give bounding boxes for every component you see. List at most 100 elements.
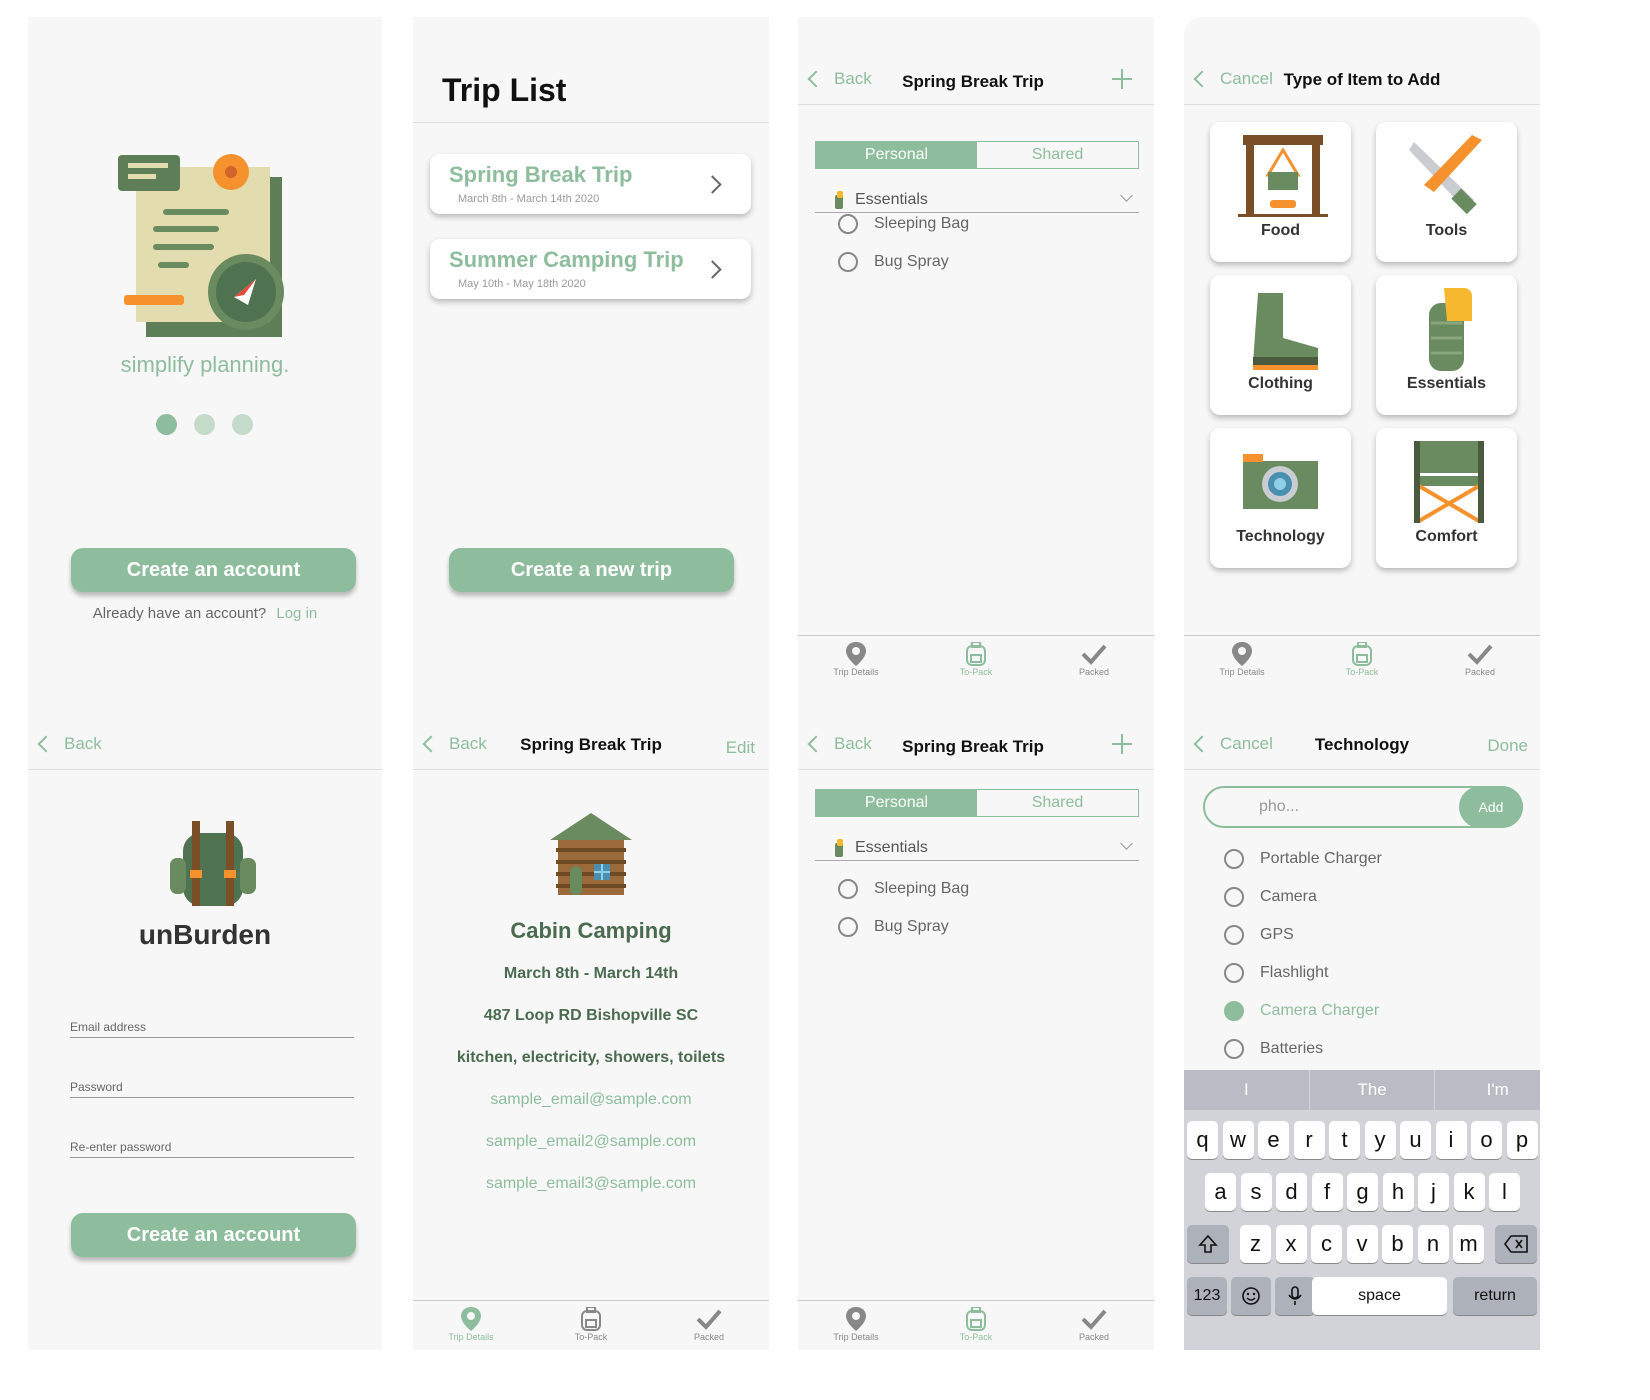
tab-to-pack[interactable]: To-Pack: [1322, 642, 1402, 677]
key-r[interactable]: r: [1293, 1121, 1325, 1159]
member-email[interactable]: sample_email3@sample.com: [413, 1175, 769, 1193]
key-y[interactable]: y: [1364, 1121, 1396, 1159]
reenter-password-field[interactable]: Re-enter password: [70, 1140, 354, 1158]
dot[interactable]: [194, 414, 215, 435]
key-u[interactable]: u: [1400, 1121, 1431, 1159]
key-z[interactable]: z: [1240, 1225, 1271, 1263]
backspace-key[interactable]: [1495, 1225, 1537, 1263]
add-button[interactable]: Add: [1459, 786, 1523, 828]
key-d[interactable]: d: [1276, 1173, 1307, 1211]
checkbox[interactable]: [1224, 1001, 1244, 1021]
space-key[interactable]: space: [1312, 1277, 1447, 1315]
tab-packed[interactable]: Packed: [669, 1307, 749, 1342]
type-tile-tools[interactable]: Tools: [1376, 122, 1517, 262]
dot-active[interactable]: [156, 414, 177, 435]
password-field[interactable]: Password: [70, 1080, 354, 1098]
create-account-button[interactable]: Create an account: [71, 1213, 356, 1257]
key-f[interactable]: f: [1311, 1173, 1343, 1211]
type-tile-food[interactable]: Food: [1210, 122, 1351, 262]
key-q[interactable]: q: [1187, 1121, 1218, 1159]
member-email[interactable]: sample_email@sample.com: [413, 1091, 769, 1109]
suggestion[interactable]: I: [1184, 1070, 1310, 1110]
key-t[interactable]: t: [1329, 1121, 1360, 1159]
key-c[interactable]: c: [1311, 1225, 1342, 1263]
key-w[interactable]: w: [1222, 1121, 1254, 1159]
create-trip-button[interactable]: Create a new trip: [449, 548, 734, 592]
key-k[interactable]: k: [1453, 1173, 1485, 1211]
add-icon[interactable]: [1112, 69, 1132, 89]
checkbox[interactable]: [1224, 849, 1244, 869]
checkbox[interactable]: [838, 252, 858, 272]
tab-trip-details[interactable]: Trip Details: [431, 1307, 511, 1342]
key-j[interactable]: j: [1418, 1173, 1449, 1211]
key-n[interactable]: n: [1417, 1225, 1449, 1263]
add-icon[interactable]: [1112, 734, 1132, 754]
member-email[interactable]: sample_email2@sample.com: [413, 1133, 769, 1151]
key-a[interactable]: a: [1205, 1173, 1236, 1211]
tab-to-pack[interactable]: To-Pack: [551, 1307, 631, 1342]
microphone-key[interactable]: [1275, 1277, 1315, 1315]
key-g[interactable]: g: [1347, 1173, 1378, 1211]
list-item[interactable]: Bug Spray: [838, 252, 949, 272]
key-h[interactable]: h: [1382, 1173, 1414, 1211]
trip-card[interactable]: Summer Camping Trip May 10th - May 18th …: [430, 239, 751, 299]
key-e[interactable]: e: [1258, 1121, 1289, 1159]
key-s[interactable]: s: [1240, 1173, 1272, 1211]
list-item[interactable]: GPS: [1224, 925, 1294, 945]
shift-key[interactable]: [1187, 1225, 1229, 1263]
key-p[interactable]: p: [1506, 1121, 1538, 1159]
list-item[interactable]: Sleeping Bag: [838, 214, 969, 234]
return-key[interactable]: return: [1453, 1277, 1537, 1315]
section-header[interactable]: Essentials: [815, 835, 1139, 861]
key-x[interactable]: x: [1275, 1225, 1307, 1263]
tab-trip-details[interactable]: Trip Details: [816, 642, 896, 677]
section-header[interactable]: Essentials: [815, 187, 1139, 213]
tab-trip-details[interactable]: Trip Details: [816, 1307, 896, 1342]
list-item[interactable]: Portable Charger: [1224, 849, 1382, 869]
login-link[interactable]: Log in: [276, 605, 317, 622]
type-tile-comfort[interactable]: Comfort: [1376, 428, 1517, 568]
type-tile-clothing[interactable]: Clothing: [1210, 275, 1351, 415]
list-item[interactable]: Camera: [1224, 887, 1317, 907]
back-button[interactable]: Back: [37, 734, 102, 754]
tab-packed[interactable]: Packed: [1054, 642, 1134, 677]
create-account-button[interactable]: Create an account: [71, 548, 356, 592]
checkbox[interactable]: [838, 879, 858, 899]
dot[interactable]: [232, 414, 253, 435]
numbers-key[interactable]: 123: [1187, 1277, 1227, 1315]
tab-to-pack[interactable]: To-Pack: [936, 642, 1016, 677]
list-item[interactable]: Batteries: [1224, 1039, 1323, 1059]
list-item[interactable]: Flashlight: [1224, 963, 1328, 983]
list-item[interactable]: Bug Spray: [838, 917, 949, 937]
list-item[interactable]: Sleeping Bag: [838, 879, 969, 899]
done-button[interactable]: Done: [1487, 736, 1528, 756]
list-item[interactable]: Camera Charger: [1224, 1001, 1379, 1021]
suggestion[interactable]: The: [1310, 1070, 1436, 1110]
search-input[interactable]: pho...: [1259, 798, 1299, 816]
type-tile-essentials[interactable]: Essentials: [1376, 275, 1517, 415]
seg-personal[interactable]: Personal: [816, 142, 977, 168]
tab-to-pack[interactable]: To-Pack: [936, 1307, 1016, 1342]
key-l[interactable]: l: [1489, 1173, 1520, 1211]
checkbox[interactable]: [1224, 925, 1244, 945]
email-field[interactable]: Email address: [70, 1020, 354, 1038]
type-tile-technology[interactable]: Technology: [1210, 428, 1351, 568]
checkbox[interactable]: [1224, 887, 1244, 907]
emoji-key[interactable]: [1231, 1277, 1271, 1315]
checkbox[interactable]: [838, 214, 858, 234]
tab-packed[interactable]: Packed: [1054, 1307, 1134, 1342]
checkbox[interactable]: [838, 917, 858, 937]
edit-button[interactable]: Edit: [726, 738, 755, 758]
tab-trip-details[interactable]: Trip Details: [1202, 642, 1282, 677]
seg-shared[interactable]: Shared: [977, 142, 1138, 168]
checkbox[interactable]: [1224, 1039, 1244, 1059]
tab-packed[interactable]: Packed: [1440, 642, 1520, 677]
suggestion[interactable]: I'm: [1435, 1070, 1540, 1110]
key-v[interactable]: v: [1346, 1225, 1378, 1263]
key-m[interactable]: m: [1453, 1225, 1484, 1263]
seg-shared[interactable]: Shared: [977, 790, 1138, 816]
seg-personal[interactable]: Personal: [816, 790, 977, 816]
key-i[interactable]: i: [1435, 1121, 1467, 1159]
checkbox[interactable]: [1224, 963, 1244, 983]
trip-card[interactable]: Spring Break Trip March 8th - March 14th…: [430, 154, 751, 214]
